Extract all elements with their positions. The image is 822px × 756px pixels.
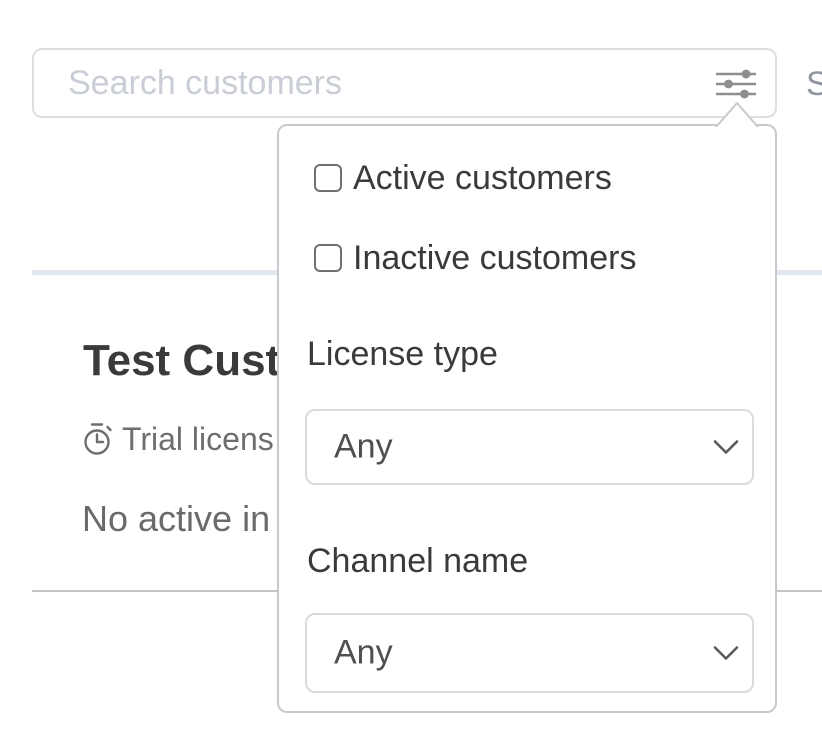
channel-name-select[interactable]: Any: [305, 613, 754, 693]
checkbox-label: Active customers: [353, 155, 612, 201]
status-text: No active in: [82, 498, 270, 540]
license-type-select-value: Any: [334, 428, 393, 467]
license-badge: Trial licens: [82, 422, 274, 456]
search-bar: [32, 48, 777, 118]
license-type-label: License type: [307, 331, 498, 377]
filter-option-inactive-customers[interactable]: Inactive customers: [314, 235, 636, 281]
customers-page: Test Cust Trial licens No active in: [0, 0, 822, 756]
stopwatch-icon: [82, 422, 114, 456]
license-type-select[interactable]: Any: [305, 409, 754, 485]
inactive-customers-checkbox[interactable]: [314, 244, 342, 272]
customer-name-heading: Test Cust: [83, 336, 280, 386]
search-input[interactable]: [68, 50, 688, 116]
license-badge-label: Trial licens: [122, 421, 274, 458]
chevron-down-icon: [713, 439, 739, 455]
sliders-icon: [716, 69, 756, 99]
checkbox-label: Inactive customers: [353, 235, 636, 281]
sort-label-partial[interactable]: S: [806, 65, 822, 104]
filter-popover: Active customers Inactive customers Lice…: [277, 124, 777, 713]
popover-caret: [713, 100, 761, 127]
filter-option-active-customers[interactable]: Active customers: [314, 155, 612, 201]
filter-button[interactable]: [712, 64, 760, 104]
channel-name-label: Channel name: [307, 538, 528, 584]
active-customers-checkbox[interactable]: [314, 164, 342, 192]
chevron-down-icon: [713, 645, 739, 661]
channel-name-select-value: Any: [334, 634, 393, 673]
